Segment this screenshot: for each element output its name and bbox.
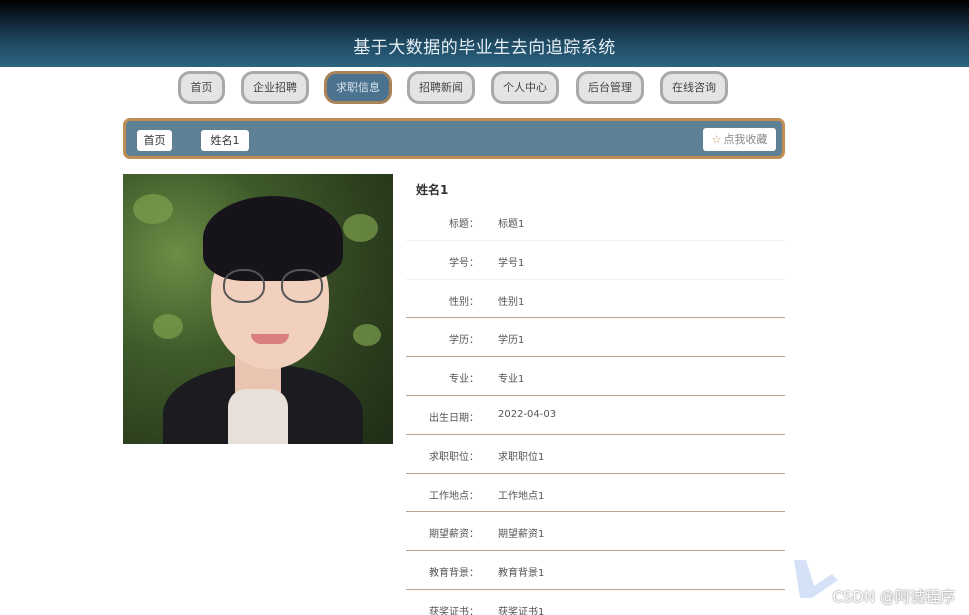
nav-home[interactable]: 首页 — [178, 71, 225, 104]
photo-foliage — [153, 314, 183, 339]
info-label: 专业： — [449, 374, 479, 386]
info-label: 获奖证书： — [429, 606, 479, 615]
nav-online-consult[interactable]: 在线咨询 — [660, 71, 728, 104]
nav-admin[interactable]: 后台管理 — [576, 71, 644, 104]
breadcrumb: 首页 姓名1 ☆ 点我收藏 — [123, 118, 785, 159]
nav-job-seeking[interactable]: 求职信息 — [324, 71, 392, 104]
photo-foliage — [343, 214, 378, 242]
info-value: 教育背景1 — [498, 568, 545, 580]
photo-hair — [203, 196, 343, 281]
info-label: 工作地点： — [429, 490, 479, 502]
favorite-label: 点我收藏 — [723, 133, 768, 146]
site-title: 基于大数据的毕业生去向追踪系统 — [353, 38, 616, 58]
info-label: 教育背景： — [429, 568, 479, 580]
info-label: 标题： — [449, 219, 479, 230]
detail-info-list: 标题： 标题1 学号： 学号1 性别： 性别1 学历： 学历1 专业： 专业1 … — [406, 202, 785, 615]
main-nav: 首页 企业招聘 求职信息 招聘新闻 个人中心 后台管理 在线咨询 — [0, 71, 969, 105]
photo-foliage — [133, 194, 173, 224]
info-value: 获奖证书1 — [498, 606, 545, 615]
nav-company-jobs[interactable]: 企业招聘 — [241, 71, 309, 104]
info-row: 学号： 学号1 — [406, 241, 785, 280]
watermark-text: CSDN @阿诚程序 — [832, 588, 955, 606]
profile-photo — [123, 174, 393, 444]
info-value: 标题1 — [498, 219, 525, 230]
info-row: 教育背景： 教育背景1 — [406, 551, 785, 590]
site-header: 基于大数据的毕业生去向追踪系统 — [0, 0, 969, 67]
info-row: 出生日期： 2022-04-03 — [406, 396, 785, 435]
nav-recruit-news[interactable]: 招聘新闻 — [407, 71, 475, 104]
info-value: 工作地点1 — [498, 490, 545, 502]
photo-glasses-right — [281, 269, 323, 303]
nav-personal-center[interactable]: 个人中心 — [491, 71, 559, 104]
info-label: 出生日期： — [429, 412, 479, 424]
detail-name: 姓名1 — [416, 183, 449, 197]
info-value: 求职职位1 — [498, 451, 545, 463]
photo-shirt — [228, 389, 288, 444]
info-row: 期望薪资： 期望薪资1 — [406, 512, 785, 552]
photo-mouth — [251, 334, 289, 344]
info-row: 工作地点： 工作地点1 — [406, 474, 785, 513]
info-label: 求职职位： — [429, 451, 479, 463]
info-label: 学号： — [449, 257, 479, 269]
info-value: 性别1 — [498, 296, 525, 308]
info-row: 性别： 性别1 — [406, 280, 785, 319]
photo-foliage — [353, 324, 381, 346]
info-row: 获奖证书： 获奖证书1 — [406, 590, 785, 615]
info-label: 性别： — [449, 296, 479, 308]
info-value: 期望薪资1 — [498, 529, 545, 541]
info-row: 求职职位： 求职职位1 — [406, 435, 785, 474]
info-value: 学号1 — [498, 257, 525, 269]
favorite-button[interactable]: ☆ 点我收藏 — [703, 128, 776, 151]
info-value: 专业1 — [498, 374, 525, 386]
photo-glasses-left — [223, 269, 265, 303]
info-value: 学历1 — [498, 335, 525, 347]
star-icon: ☆ — [711, 133, 722, 146]
info-row: 专业： 专业1 — [406, 357, 785, 396]
info-label: 学历： — [449, 335, 479, 347]
info-value: 2022-04-03 — [498, 408, 557, 420]
breadcrumb-current: 姓名1 — [201, 130, 249, 151]
info-label: 期望薪资： — [429, 529, 479, 541]
info-row: 学历： 学历1 — [406, 318, 785, 358]
info-row: 标题： 标题1 — [406, 202, 785, 241]
breadcrumb-home[interactable]: 首页 — [137, 130, 172, 151]
